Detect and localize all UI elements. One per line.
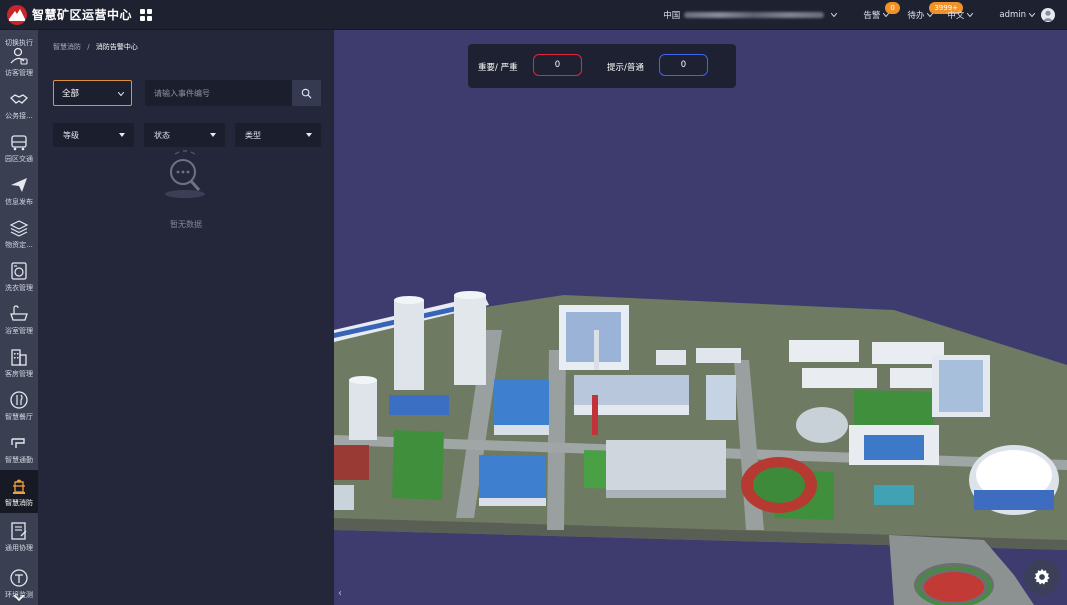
avatar[interactable] — [1041, 8, 1055, 22]
top-bar: 智慧矿区运营中心 中国 告警 0 待办 3999+ 中文 admin — [0, 0, 1067, 30]
breadcrumb-root[interactable]: 智慧消防 — [53, 43, 81, 51]
todo-label: 待办 — [907, 11, 925, 21]
handshake-icon — [10, 93, 28, 104]
sidebar-item-laundry[interactable]: 洗衣管理 — [0, 255, 38, 298]
language-label: 中文 — [947, 11, 965, 21]
empty-state-text: 暂无数据 — [170, 220, 202, 229]
status-filter[interactable]: 状态 — [144, 123, 225, 147]
environment-icon — [10, 568, 28, 587]
sidebar-item-reception[interactable]: 公务接... — [0, 83, 38, 126]
send-icon — [11, 177, 27, 192]
todo-menu[interactable]: 待办 3999+ — [907, 2, 964, 21]
minor-alarm-label: 提示/普通 — [607, 63, 644, 73]
user-menu[interactable]: admin — [999, 8, 1067, 22]
building-icon — [11, 348, 27, 366]
level-filter[interactable]: 等级 — [53, 123, 134, 147]
gear-icon — [1034, 568, 1050, 585]
dropdown-caret-icon — [210, 133, 216, 137]
region-selector[interactable]: 中国 — [663, 9, 838, 21]
empty-state-icon — [165, 150, 205, 198]
search-icon — [301, 88, 312, 98]
chevron-down-icon — [118, 92, 124, 96]
app-title: 智慧矿区运营中心 — [32, 8, 133, 22]
app-logo — [7, 4, 27, 25]
alerts-menu[interactable]: 告警 0 — [863, 2, 900, 21]
alerts-label: 告警 — [863, 11, 881, 21]
sidebar: 切换执行 访客管理 公务接... 园区交通 信息发布 物资定... 洗衣管理 浴… — [0, 30, 38, 605]
sidebar-item-visitor[interactable]: 访客管理 — [0, 40, 38, 83]
sidebar-item-rooms[interactable]: 客房管理 — [0, 341, 38, 384]
user-name: admin — [999, 10, 1026, 20]
sidebar-item-supplies[interactable]: 物资定... — [0, 212, 38, 255]
washer-icon — [11, 261, 27, 280]
type-filter[interactable]: 类型 — [235, 123, 321, 147]
sidebar-item-traffic[interactable]: 园区交通 — [0, 126, 38, 169]
layers-icon — [9, 219, 29, 237]
sidebar-item-publish[interactable]: 信息发布 — [0, 169, 38, 212]
dining-icon — [10, 390, 28, 409]
sidebar-item-dining[interactable]: 智慧餐厅 — [0, 384, 38, 427]
scroll-down-chevron-icon[interactable] — [14, 595, 24, 601]
hydrant-icon — [13, 479, 25, 494]
alarm-panel: 智慧消防 / 消防告警中心 全部 等级 状态 类型 暂无数据 — [38, 30, 334, 605]
scope-select[interactable]: 全部 — [53, 80, 132, 106]
chevron-down-icon — [831, 13, 838, 17]
car-icon — [11, 134, 27, 150]
minor-alarm-count[interactable]: 0 — [659, 54, 708, 76]
app-grid-icon[interactable] — [140, 8, 153, 21]
campus-3d-view[interactable]: 重要/ 严重 0 提示/普通 0 ‹ — [334, 30, 1067, 605]
bathtub-icon — [10, 304, 28, 321]
region-label: 中国 — [663, 11, 681, 21]
sidebar-item-commute[interactable]: 智慧通勤 — [0, 427, 38, 470]
region-name-redacted — [684, 12, 825, 18]
breadcrumb-current: 消防告警中心 — [95, 43, 138, 51]
breadcrumb: 智慧消防 / 消防告警中心 — [53, 43, 138, 51]
language-selector[interactable]: 中文 — [947, 9, 974, 21]
chevron-down-icon — [1029, 13, 1035, 17]
dropdown-caret-icon — [306, 133, 312, 137]
campus-3d-model[interactable] — [334, 30, 1067, 605]
sidebar-item-fire[interactable]: 智慧消防 — [0, 470, 38, 513]
sidebar-item-general[interactable]: 通用协理 — [0, 515, 38, 558]
alarm-stats-panel: 重要/ 严重 0 提示/普通 0 — [468, 44, 736, 88]
event-search-input[interactable] — [145, 80, 292, 106]
alerts-count-badge: 0 — [885, 2, 900, 14]
user-icon — [1043, 10, 1053, 21]
sidebar-item-bathroom[interactable]: 浴室管理 — [0, 298, 38, 341]
collapse-panel-button[interactable]: ‹ — [338, 588, 342, 599]
visitor-icon — [10, 47, 28, 65]
major-alarm-label: 重要/ 严重 — [478, 63, 518, 73]
commute-icon — [11, 437, 25, 448]
form-icon — [11, 521, 27, 540]
chevron-down-icon — [967, 13, 974, 17]
dropdown-caret-icon — [119, 133, 125, 137]
major-alarm-count[interactable]: 0 — [533, 54, 582, 76]
settings-button[interactable] — [1024, 559, 1060, 595]
search-button[interactable] — [292, 80, 321, 106]
